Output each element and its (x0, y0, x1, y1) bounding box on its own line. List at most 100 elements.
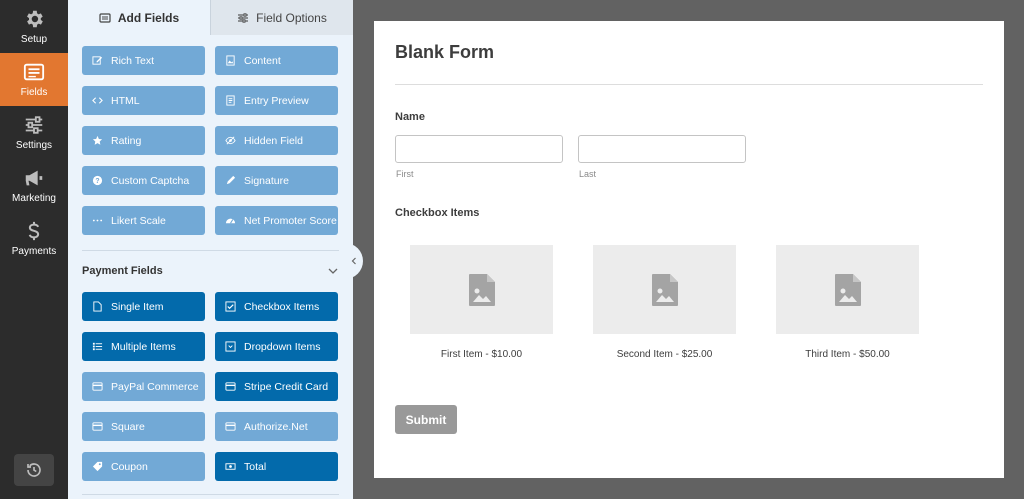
image-file-icon (651, 273, 678, 306)
payment-fields-title[interactable]: Payment Fields (82, 265, 163, 277)
fields-list-icon (23, 63, 45, 81)
field-label: Authorize.Net (244, 420, 308, 433)
field-likert-scale-button[interactable]: Likert Scale (82, 206, 205, 235)
item-image[interactable] (593, 245, 736, 334)
field-label: Net Promoter Score (244, 214, 337, 227)
history-button[interactable] (14, 454, 54, 486)
field-coupon-button[interactable]: Coupon (82, 452, 205, 481)
dollar-icon (28, 221, 40, 241)
pencil-square-icon (92, 55, 103, 66)
left-nav: Setup Fields Settings Marketing Payments (0, 0, 68, 499)
chevron-left-icon (351, 257, 356, 265)
field-total-button[interactable]: Total (215, 452, 338, 481)
field-label: Stripe Credit Card (244, 380, 329, 393)
field-multiple-items-button[interactable]: Multiple Items (82, 332, 205, 361)
field-label: Checkbox Items (244, 300, 320, 313)
field-label: Signature (244, 174, 289, 187)
pen-icon (225, 175, 236, 186)
svg-text:?: ? (95, 178, 99, 185)
image-file-icon (468, 273, 495, 306)
field-stripe-credit-card-button[interactable]: Stripe Credit Card (215, 372, 338, 401)
file-icon (92, 301, 103, 312)
checkbox-items-label: Checkbox Items (395, 207, 480, 219)
nav-item-settings[interactable]: Settings (0, 106, 68, 159)
megaphone-icon (25, 170, 43, 186)
nav-label: Marketing (12, 193, 56, 204)
star-icon (92, 135, 103, 146)
tag-icon (92, 461, 103, 472)
field-signature-button[interactable]: Signature (215, 166, 338, 195)
question-circle-icon: ? (92, 175, 103, 186)
field-label: Likert Scale (111, 214, 166, 227)
card-icon (92, 421, 103, 432)
first-name-input[interactable] (395, 135, 563, 163)
nav-label: Fields (20, 87, 48, 98)
field-content-button[interactable]: Content (215, 46, 338, 75)
first-sublabel: First (396, 169, 414, 179)
item-caption: Second Item - $25.00 (616, 349, 713, 360)
field-label: Custom Captcha (111, 174, 190, 187)
field-paypal-commerce-button[interactable]: PayPal Commerce (82, 372, 205, 401)
code-icon (92, 95, 103, 106)
name-label: Name (395, 111, 425, 123)
card-icon (225, 421, 236, 432)
last-sublabel: Last (579, 169, 597, 179)
tab-label: Field Options (256, 10, 327, 25)
tab-add-fields[interactable]: Add Fields (68, 0, 210, 35)
field-label: Dropdown Items (244, 340, 321, 353)
gauge-icon (225, 215, 236, 226)
field-square-button[interactable]: Square (82, 412, 205, 441)
list-icon (92, 341, 103, 352)
form-preview: Blank Form Name First Last Checkbox Item… (374, 21, 1004, 478)
gear-icon (27, 10, 43, 28)
list-box-icon (99, 12, 111, 23)
field-entry-preview-button[interactable]: Entry Preview (215, 86, 338, 115)
nav-item-setup[interactable]: Setup (0, 0, 68, 53)
field-authorize-net-button[interactable]: Authorize.Net (215, 412, 338, 441)
chevron-down-icon[interactable] (328, 266, 338, 276)
field-dropdown-items-button[interactable]: Dropdown Items (215, 332, 338, 361)
sliders-icon (25, 116, 43, 134)
section-divider (82, 250, 339, 251)
field-rich-text-button[interactable]: Rich Text (82, 46, 205, 75)
field-rating-button[interactable]: Rating (82, 126, 205, 155)
field-label: Square (111, 420, 145, 433)
field-label: Coupon (111, 460, 148, 473)
field-label: Hidden Field (244, 134, 303, 147)
nav-item-payments[interactable]: Payments (0, 212, 68, 265)
item-image[interactable] (776, 245, 919, 334)
collapse-panel-button[interactable] (345, 243, 363, 279)
eye-slash-icon (225, 135, 236, 146)
item-image[interactable] (410, 245, 553, 334)
field-label: Single Item (111, 300, 164, 313)
field-single-item-button[interactable]: Single Item (82, 292, 205, 321)
item-caption: First Item - $10.00 (440, 349, 523, 360)
section-divider (82, 494, 339, 495)
field-checkbox-items-button[interactable]: Checkbox Items (215, 292, 338, 321)
field-label: HTML (111, 94, 140, 107)
doc-lines-icon (225, 95, 236, 106)
field-custom-captcha-button[interactable]: ? Custom Captcha (82, 166, 205, 195)
history-icon (27, 463, 41, 477)
tab-label: Add Fields (117, 10, 180, 25)
nav-item-marketing[interactable]: Marketing (0, 159, 68, 212)
nav-label: Payments (11, 246, 57, 257)
field-label: Content (244, 54, 281, 67)
image-doc-icon (225, 55, 236, 66)
nav-label: Setup (20, 34, 48, 45)
item-caption: Third Item - $50.00 (805, 349, 890, 360)
dropdown-icon (225, 341, 236, 352)
last-name-input[interactable] (578, 135, 746, 163)
tab-field-options[interactable]: Field Options (210, 0, 353, 35)
field-net-promoter-score-button[interactable]: Net Promoter Score (215, 206, 338, 235)
field-label: Total (244, 460, 267, 473)
money-icon (225, 461, 236, 472)
field-hidden-field-button[interactable]: Hidden Field (215, 126, 338, 155)
field-html-button[interactable]: HTML (82, 86, 205, 115)
nav-label: Settings (15, 140, 53, 151)
field-label: Rich Text (111, 54, 154, 67)
panel-tabs: Add Fields Field Options (68, 0, 353, 35)
nav-item-fields[interactable]: Fields (0, 53, 68, 106)
title-divider (395, 84, 983, 85)
submit-button[interactable]: Submit (395, 405, 457, 434)
